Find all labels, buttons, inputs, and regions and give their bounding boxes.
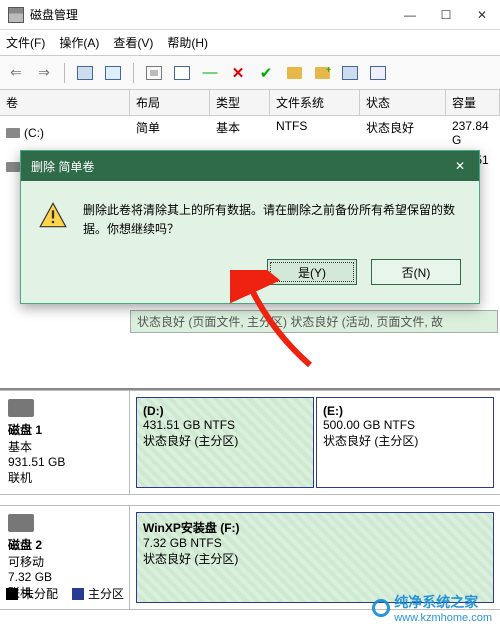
partition-d[interactable]: (D:) 431.51 GB NTFS 状态良好 (主分区): [136, 397, 314, 488]
dialog-title: 删除 简单卷: [31, 158, 94, 175]
confirm-dialog: 删除 简单卷 ✕ 删除此卷将清除其上的所有数据。请在删除之前备份所有希望保留的数…: [20, 150, 480, 304]
app-icon: [8, 7, 24, 23]
toolbar: ⇐ ⇒ — ✕ ✔ +: [0, 56, 500, 90]
legend-unalloc-box: [6, 588, 18, 600]
menu-help[interactable]: 帮助(H): [167, 34, 208, 51]
delete-icon[interactable]: ✕: [228, 63, 248, 83]
yes-button[interactable]: 是(Y): [267, 259, 357, 285]
close-button[interactable]: ✕: [464, 0, 500, 30]
legend-primary-box: [72, 588, 84, 600]
menu-action[interactable]: 操作(A): [59, 34, 99, 51]
window-title: 磁盘管理: [30, 6, 392, 23]
newfolder-icon[interactable]: +: [312, 63, 332, 83]
drive-icon: [6, 128, 20, 138]
partition-e[interactable]: (E:) 500.00 GB NTFS 状态良好 (主分区): [316, 397, 494, 488]
check-icon[interactable]: ✔: [256, 63, 276, 83]
back-button[interactable]: ⇐: [6, 63, 26, 83]
disk-row: 磁盘 1 基本 931.51 GB 联机 (D:) 431.51 GB NTFS…: [0, 390, 500, 495]
col-type[interactable]: 类型: [210, 90, 270, 115]
tile-icon[interactable]: [340, 63, 360, 83]
legend: 未分配 主分区: [6, 585, 124, 602]
menu-view[interactable]: 查看(V): [113, 34, 153, 51]
table-row[interactable]: (C:) 简单 基本 NTFS 状态良好 237.84 G: [0, 116, 500, 150]
list-icon[interactable]: [172, 63, 192, 83]
pane-icon[interactable]: [103, 63, 123, 83]
separator: [133, 63, 134, 83]
cascade-icon[interactable]: [368, 63, 388, 83]
disk-icon: [8, 514, 34, 532]
layout-icon[interactable]: [75, 63, 95, 83]
disk-icon: [8, 399, 34, 417]
disk-header[interactable]: 磁盘 1 基本 931.51 GB 联机: [0, 391, 130, 494]
max-button[interactable]: ☐: [428, 0, 464, 30]
drive-icon: [6, 162, 20, 172]
col-vol[interactable]: 卷: [0, 90, 130, 115]
covered-status-row: 状态良好 (页面文件, 主分区) 状态良好 (活动, 页面文件, 故: [130, 310, 498, 333]
refresh-icon[interactable]: —: [200, 63, 220, 83]
dialog-close-icon[interactable]: ✕: [451, 157, 469, 175]
menu-bar: 文件(F) 操作(A) 查看(V) 帮助(H): [0, 30, 500, 56]
table-header: 卷 布局 类型 文件系统 状态 容量: [0, 90, 500, 116]
col-layout[interactable]: 布局: [130, 90, 210, 115]
fwd-button[interactable]: ⇒: [34, 63, 54, 83]
col-fs[interactable]: 文件系统: [270, 90, 360, 115]
props-icon[interactable]: [144, 63, 164, 83]
dialog-text: 删除此卷将清除其上的所有数据。请在删除之前备份所有希望保留的数据。你想继续吗？: [83, 201, 461, 239]
col-status[interactable]: 状态: [360, 90, 446, 115]
col-size[interactable]: 容量: [446, 90, 500, 115]
no-button[interactable]: 否(N): [371, 259, 461, 285]
folder-icon[interactable]: [284, 63, 304, 83]
min-button[interactable]: —: [392, 0, 428, 30]
partition-f[interactable]: WinXP安装盘 (F:) 7.32 GB NTFS 状态良好 (主分区): [136, 512, 494, 603]
watermark: 纯净系统之家 www.kzmhome.com: [372, 592, 492, 624]
separator: [64, 63, 65, 83]
watermark-icon: [372, 599, 390, 617]
menu-file[interactable]: 文件(F): [6, 34, 45, 51]
warning-icon: [39, 201, 67, 229]
dialog-titlebar[interactable]: 删除 简单卷 ✕: [21, 151, 479, 181]
titlebar: 磁盘管理 — ☐ ✕: [0, 0, 500, 30]
